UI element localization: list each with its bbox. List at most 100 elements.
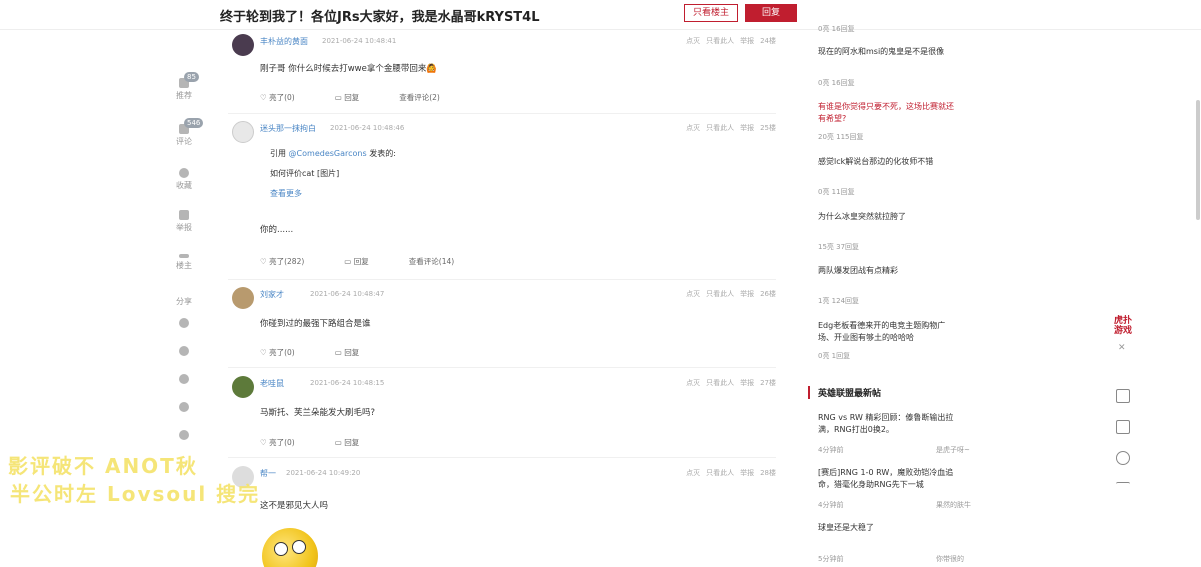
post-actions: 点灭 只看此人 举报 25楼	[680, 123, 776, 133]
post-time: 2021-06-24 10:48:15	[310, 379, 385, 387]
back-to-top-icon[interactable]	[1116, 482, 1130, 496]
qzone-icon	[179, 374, 189, 384]
only-op-button[interactable]: 只看楼主	[684, 4, 738, 22]
divider	[228, 113, 776, 114]
dislike-link[interactable]: 点灭	[686, 124, 700, 132]
dislike-link[interactable]: 点灭	[686, 37, 700, 45]
hupu-logo[interactable]: 虎扑游戏	[1112, 316, 1134, 336]
sidebar-thread-link[interactable]: 为什么冰皇突然就拉胯了	[818, 211, 958, 223]
qzone-share[interactable]	[168, 374, 200, 386]
post-footer: ♡ 亮了(0) ▭ 回复	[260, 437, 399, 448]
latest-meta: 4分钟前 是虎子呀~	[818, 445, 970, 455]
report-link[interactable]: 举报	[740, 124, 754, 132]
only-this-link[interactable]: 只看此人	[706, 37, 734, 45]
post-time: 2021-06-24 10:48:46	[330, 124, 405, 132]
only-this-link[interactable]: 只看此人	[706, 124, 734, 132]
post-time: 2021-06-24 10:49:20	[286, 469, 361, 477]
weibo-share[interactable]	[168, 402, 200, 414]
post-floor-26: 刘家才 2021-06-24 10:48:47 点灭 只看此人 举报 26楼 你碰到过…	[228, 283, 776, 363]
sidebar-thread-link[interactable]: 现在的阿水和msi的鬼皇是不是很像	[818, 46, 958, 58]
wechat-icon	[179, 318, 189, 328]
username[interactable]: 帮一	[260, 468, 276, 479]
quote-user-link[interactable]: @ComedesGarcons	[289, 149, 367, 158]
reply-link[interactable]: ▭ 回复	[335, 438, 379, 447]
avatar[interactable]	[232, 34, 254, 56]
avatar[interactable]	[232, 287, 254, 309]
copy-link[interactable]	[168, 430, 200, 442]
reply-label: 回复	[344, 348, 360, 357]
rail-comment[interactable]: 546 评论	[168, 118, 204, 147]
sidebar-thread-link[interactable]: Edg老板看德来开的电竞主题购物广场、开业图有够土的哈哈哈	[818, 320, 958, 344]
scrollbar[interactable]	[1196, 100, 1200, 220]
close-icon[interactable]: ✕	[1118, 343, 1126, 353]
dislike-link[interactable]: 点灭	[686, 379, 700, 387]
more-icon[interactable]	[1116, 451, 1130, 465]
post-time: 2021-06-24 10:48:41	[322, 37, 397, 45]
qrcode-icon[interactable]	[1116, 389, 1130, 403]
post-floor-25: 迷头那一抹拘白 2021-06-24 10:48:46 点灭 只看此人 举报 25楼 …	[228, 117, 776, 277]
view-comments-link[interactable]: 查看评论(2)	[399, 93, 440, 102]
quote-suffix: 发表的:	[366, 149, 396, 158]
sidebar-thread-link[interactable]: 两队爆发团战有点精彩	[818, 265, 958, 277]
latest-author[interactable]: 是虎子呀~	[936, 445, 970, 455]
rail-label: 分享	[176, 297, 192, 306]
rail-favorite[interactable]: 收藏	[168, 168, 200, 191]
latest-author[interactable]: 你带很的	[936, 554, 964, 564]
post-actions: 点灭 只看此人 举报 28楼	[680, 468, 776, 478]
star-icon	[179, 168, 189, 178]
post-floor-27: 老哇鼠 2021-06-24 10:48:15 点灭 只看此人 举报 27楼 马斯托、…	[228, 372, 776, 452]
rail-floor[interactable]: 楼主	[168, 254, 200, 271]
username[interactable]: 丰朴益的黄面	[260, 36, 308, 47]
latest-time: 4分钟前	[818, 501, 844, 509]
quote-more-link[interactable]: 查看更多	[270, 184, 396, 204]
only-this-link[interactable]: 只看此人	[706, 379, 734, 387]
report-link[interactable]: 举报	[740, 290, 754, 298]
post-body: 这不是邪见大人吗	[260, 501, 329, 511]
quote-prefix: 引用	[270, 149, 289, 158]
dislike-link[interactable]: 点灭	[686, 290, 700, 298]
avatar[interactable]	[232, 376, 254, 398]
avatar[interactable]	[232, 121, 254, 143]
qq-share[interactable]	[168, 346, 200, 358]
dislike-link[interactable]: 点灭	[686, 469, 700, 477]
latest-meta: 5分钟前 你带很的	[818, 554, 964, 564]
latest-thread-link[interactable]: RNG vs RW 精彩回顾：傣鲁断输出拉满，RNG打出0换2。	[818, 412, 958, 436]
view-comments-link[interactable]: 查看评论(14)	[409, 257, 454, 266]
like-button[interactable]: ♡ 亮了(0)	[260, 348, 315, 357]
sidebar-meta: 0亮 1回复	[818, 352, 851, 360]
like-button[interactable]: ♡ 亮了(0)	[260, 93, 315, 102]
report-link[interactable]: 举报	[740, 379, 754, 387]
sidebar-meta: 1亮 124回复	[818, 297, 860, 305]
latest-thread-link[interactable]: [赛后]RNG 1-0 RW，魔败劲铠冷血追命，猎毫化身助RNG先下一城	[818, 467, 958, 491]
post-actions: 点灭 只看此人 举报 24楼	[680, 36, 776, 46]
reply-link[interactable]: ▭ 回复	[335, 93, 379, 102]
report-link[interactable]: 举报	[740, 469, 754, 477]
sidebar-meta: 0亮 16回复	[818, 79, 855, 87]
like-button[interactable]: ♡ 亮了(0)	[260, 438, 315, 447]
sidebar-thread-link[interactable]: 有谁是你觉得只要不死，这场比赛就还有希望?	[818, 101, 958, 125]
sidebar-thread-link[interactable]: 感觉lck解说台那边的化妆师不错	[818, 156, 958, 168]
wechat-share[interactable]	[168, 318, 200, 330]
username[interactable]: 迷头那一抹拘白	[260, 123, 316, 134]
reply-link[interactable]: ▭ 回复	[335, 348, 379, 357]
username[interactable]: 刘家才	[260, 289, 284, 300]
latest-thread-link[interactable]: 球皇还是大稳了	[818, 522, 958, 534]
reply-button[interactable]: 回复	[745, 4, 797, 22]
report-link[interactable]: 举报	[740, 37, 754, 45]
latest-time: 5分钟前	[818, 555, 844, 563]
reply-label: 回复	[344, 438, 360, 447]
post-body: 你碰到过的最强下路组合是谁	[260, 319, 371, 329]
floor-icon	[179, 254, 189, 258]
sidebar-meta: 20亮 115回复	[818, 133, 864, 141]
post-floor-24: 丰朴益的黄面 2021-06-24 10:48:41 点灭 只看此人 举报 24楼 刚…	[228, 30, 776, 110]
post-actions: 点灭 只看此人 举报 27楼	[680, 378, 776, 388]
feedback-icon[interactable]	[1116, 420, 1130, 434]
only-this-link[interactable]: 只看此人	[706, 469, 734, 477]
only-this-link[interactable]: 只看此人	[706, 290, 734, 298]
reply-link[interactable]: ▭ 回复	[344, 257, 388, 266]
latest-author[interactable]: 果然的肤牛	[936, 500, 971, 510]
rail-recommend[interactable]: 85 推荐	[168, 72, 200, 101]
rail-report[interactable]: 举报	[168, 210, 200, 233]
like-button[interactable]: ♡ 亮了(282)	[260, 257, 324, 266]
username[interactable]: 老哇鼠	[260, 378, 284, 389]
